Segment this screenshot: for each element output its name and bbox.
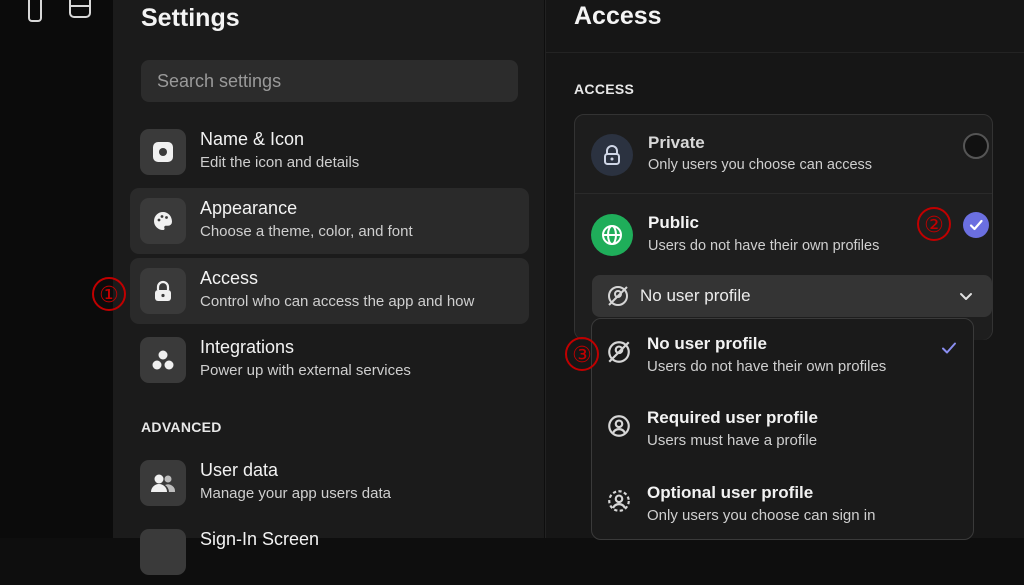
private-option[interactable]: Private Only users you choose can access (575, 115, 992, 193)
phone-icon[interactable] (26, 0, 44, 24)
dropdown-item-description: Only users you choose can sign in (647, 507, 876, 524)
sign-in-icon (140, 529, 186, 575)
settings-item-sign-in-screen[interactable]: Sign-In Screen (130, 519, 529, 585)
settings-item-description: Power up with external services (200, 362, 411, 379)
integrations-icon (140, 337, 186, 383)
app-icon (140, 129, 186, 175)
settings-item-label: Name & Icon (200, 129, 305, 149)
dropdown-item-title: Required user profile (647, 408, 818, 427)
public-title: Public (648, 213, 700, 232)
dropdown-item-description: Users do not have their own profiles (647, 358, 887, 375)
dropdown-item-title: Optional user profile (647, 483, 814, 502)
access-title: Access (574, 2, 662, 30)
select-value: No user profile (640, 286, 751, 305)
settings-item-label: Sign-In Screen (200, 529, 320, 549)
annotation-marker-1: ① (92, 277, 126, 311)
check-icon (940, 339, 958, 362)
settings-item-description: Control who can access the app and how (200, 293, 475, 310)
settings-item-appearance[interactable]: Appearance Choose a theme, color, and fo… (130, 188, 529, 254)
palette-icon (140, 198, 186, 244)
user-circle-icon (606, 413, 632, 444)
lock-icon (591, 134, 633, 176)
dropdown-item-no-user-profile[interactable]: No user profile Users do not have their … (592, 319, 973, 391)
users-icon (140, 460, 186, 506)
private-description: Only users you choose can access (648, 157, 873, 173)
settings-item-description: Manage your app users data (200, 485, 391, 502)
settings-item-name-icon[interactable]: Name & Icon Edit the icon and details (130, 119, 529, 185)
dropdown-item-optional-user-profile[interactable]: Optional user profile Only users you cho… (592, 468, 973, 540)
dropdown-item-required-user-profile[interactable]: Required user profile Users must have a … (592, 393, 973, 465)
annotation-marker-2: ② (917, 207, 951, 241)
search-input[interactable] (141, 60, 518, 102)
user-profile-select[interactable]: No user profile (592, 275, 992, 317)
chevron-down-icon (958, 288, 974, 309)
settings-title: Settings (141, 4, 240, 32)
private-radio[interactable] (963, 133, 989, 159)
advanced-section-label: ADVANCED (141, 419, 222, 435)
settings-item-access[interactable]: Access Control who can access the app an… (130, 258, 529, 324)
settings-item-label: Appearance (200, 198, 298, 218)
user-dashed-circle-icon (606, 488, 632, 519)
dropdown-item-title: No user profile (647, 334, 767, 353)
access-section-label: ACCESS (574, 81, 635, 97)
public-radio-checked[interactable] (963, 212, 989, 238)
globe-icon (591, 214, 633, 256)
header-divider (546, 52, 1024, 53)
no-user-profile-icon (606, 339, 632, 370)
no-user-profile-icon (606, 284, 630, 313)
settings-item-description: Edit the icon and details (200, 154, 360, 171)
dropdown-item-description: Users must have a profile (647, 432, 818, 449)
tablet-icon[interactable] (68, 0, 92, 20)
lock-icon (140, 268, 186, 314)
settings-item-label: User data (200, 460, 279, 480)
left-rail (0, 0, 113, 538)
public-description: Users do not have their own profiles (648, 238, 880, 254)
settings-item-user-data[interactable]: User data Manage your app users data (130, 450, 529, 516)
settings-item-integrations[interactable]: Integrations Power up with external serv… (130, 327, 529, 393)
annotation-marker-3: ③ (565, 337, 599, 371)
check-icon (969, 219, 983, 231)
settings-item-label: Integrations (200, 337, 295, 357)
settings-item-label: Access (200, 268, 259, 288)
user-profile-dropdown: No user profile Users do not have their … (591, 318, 974, 540)
settings-panel: Settings Name & Icon Edit the icon and d… (113, 0, 544, 575)
private-title: Private (648, 133, 705, 152)
settings-item-description: Choose a theme, color, and font (200, 223, 413, 240)
